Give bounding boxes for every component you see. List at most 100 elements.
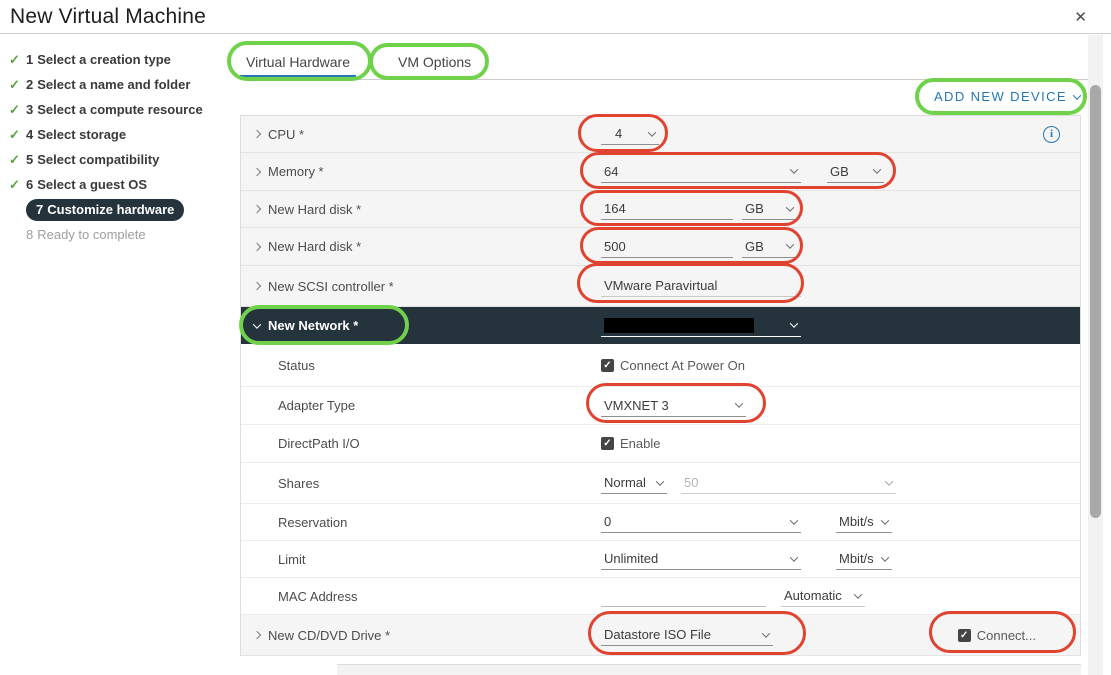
step-label: Select a guest OS (37, 177, 147, 192)
cpu-select[interactable]: 4 (601, 123, 659, 145)
new-vm-wizard-dialog: New Virtual Machine ✕ ✓ 1Select a creati… (0, 0, 1111, 675)
mac-mode-select[interactable]: Automatic (781, 585, 865, 607)
chevron-right-icon[interactable] (253, 282, 261, 290)
cddvd-media-select[interactable]: Datastore ISO File (601, 624, 773, 646)
chevron-down-icon (1073, 91, 1081, 99)
reservation-unit-select[interactable]: Mbit/s (836, 511, 892, 533)
chevron-right-icon[interactable] (253, 631, 261, 639)
scsi-controller-select[interactable]: VMware Paravirtual (601, 275, 801, 297)
chevron-down-icon (790, 319, 798, 327)
tab-bar: Virtual Hardware VM Options (240, 44, 1092, 80)
hard-disk-1-size-input[interactable]: 164 (601, 198, 733, 220)
status-label: Status (278, 358, 315, 373)
mac-address-label: MAC Address (278, 589, 357, 604)
check-icon: ✓ (6, 77, 26, 93)
shares-level-select[interactable]: Normal (601, 472, 667, 494)
shares-label: Shares (278, 476, 319, 491)
check-icon: ✓ (6, 127, 26, 143)
hard-disk-1-unit-select[interactable]: GB (742, 198, 797, 220)
connect-at-power-on-checkbox[interactable]: ✓ Connect At Power On (601, 358, 745, 373)
check-icon: ✓ (6, 177, 26, 193)
chevron-down-icon (881, 553, 889, 561)
chevron-right-icon[interactable] (253, 130, 261, 138)
limit-value-combobox[interactable]: Unlimited (601, 548, 801, 570)
add-new-device-button[interactable]: ADD NEW DEVICE (934, 89, 1080, 104)
directpath-label: DirectPath I/O (278, 436, 360, 451)
step-label: Select a compute resource (37, 102, 202, 117)
step-label: Select a name and folder (37, 77, 190, 92)
step-label: Ready to complete (37, 227, 145, 242)
shares-amount-input-disabled: 50 (681, 472, 896, 494)
checkbox-checked-icon: ✓ (958, 629, 971, 642)
check-icon: ✓ (6, 152, 26, 168)
chevron-down-icon[interactable] (253, 320, 261, 328)
row-adapter-type: Adapter Type VMXNET 3 (241, 387, 1080, 425)
sidebar-step-4[interactable]: ✓ 4Select storage (6, 122, 236, 147)
chevron-right-icon[interactable] (253, 167, 261, 175)
cddvd-label: New CD/DVD Drive * (268, 628, 390, 643)
chevron-down-icon (881, 516, 889, 524)
tab-vm-options[interactable]: VM Options (392, 46, 477, 79)
info-icon[interactable]: i (1043, 126, 1060, 143)
sidebar-step-1[interactable]: ✓ 1Select a creation type (6, 47, 236, 72)
reservation-label: Reservation (278, 515, 347, 530)
cddvd-connect-label: Connect... (977, 628, 1036, 643)
step-label: Select compatibility (37, 152, 159, 167)
close-icon[interactable]: ✕ (1074, 10, 1087, 25)
row-hard-disk-2: New Hard disk * 500 GB (241, 228, 1080, 266)
chevron-down-icon (790, 553, 798, 561)
adapter-type-label: Adapter Type (278, 398, 355, 413)
row-hard-disk-1: New Hard disk * 164 GB (241, 191, 1080, 228)
redacted-network-value (604, 318, 754, 333)
connect-at-power-on-label: Connect At Power On (620, 358, 745, 373)
sidebar-step-3[interactable]: ✓ 3Select a compute resource (6, 97, 236, 122)
reservation-value-combobox[interactable]: 0 (601, 511, 801, 533)
chevron-down-icon (786, 203, 794, 211)
add-new-device-label: ADD NEW DEVICE (934, 89, 1067, 104)
chevron-right-icon[interactable] (253, 205, 261, 213)
memory-value-combobox[interactable]: 64 (601, 161, 801, 183)
cddvd-connect-checkbox[interactable]: ✓ Connect... (958, 628, 1036, 643)
sidebar-step-8[interactable]: 8Ready to complete (6, 222, 236, 247)
chevron-down-icon (854, 590, 862, 598)
directpath-enable-label: Enable (620, 436, 660, 451)
chevron-down-icon (648, 128, 656, 136)
row-network-status: Status ✓ Connect At Power On (241, 344, 1080, 387)
check-icon: ✓ (6, 52, 26, 68)
row-cddvd-drive: New CD/DVD Drive * Datastore ISO File ✓ … (241, 615, 1080, 656)
wizard-steps-sidebar: ✓ 1Select a creation type ✓ 2Select a na… (6, 47, 236, 247)
dialog-title: New Virtual Machine (10, 5, 206, 29)
dialog-header: New Virtual Machine ✕ (0, 0, 1111, 34)
sidebar-step-2[interactable]: ✓ 2Select a name and folder (6, 72, 236, 97)
checkbox-checked-icon: ✓ (601, 359, 614, 372)
cpu-label: CPU * (268, 127, 304, 142)
hard-disk-2-unit-select[interactable]: GB (742, 236, 797, 258)
hard-disk-2-size-input[interactable]: 500 (601, 236, 733, 258)
chevron-down-icon (735, 399, 743, 407)
step-label: Select a creation type (37, 52, 171, 67)
sidebar-step-7-active[interactable]: 7Customize hardware (6, 197, 236, 222)
row-directpath: DirectPath I/O ✓ Enable (241, 425, 1080, 463)
tab-virtual-hardware[interactable]: Virtual Hardware (240, 46, 356, 79)
directpath-enable-checkbox[interactable]: ✓ Enable (601, 436, 660, 451)
step-label: Customize hardware (47, 202, 174, 217)
scrollbar-thumb[interactable] (1090, 85, 1101, 518)
scsi-controller-label: New SCSI controller * (268, 279, 394, 294)
mac-address-input[interactable] (601, 585, 766, 607)
hard-disk-1-label: New Hard disk * (268, 202, 361, 217)
adapter-type-select[interactable]: VMXNET 3 (601, 395, 746, 417)
chevron-down-icon (762, 629, 770, 637)
chevron-down-icon (790, 516, 798, 524)
chevron-right-icon[interactable] (253, 242, 261, 250)
chevron-down-icon (790, 165, 798, 173)
hard-disk-2-label: New Hard disk * (268, 239, 361, 254)
new-network-label: New Network * (268, 318, 358, 333)
sidebar-step-5[interactable]: ✓ 5Select compatibility (6, 147, 236, 172)
limit-unit-select[interactable]: Mbit/s (836, 548, 892, 570)
sidebar-step-6[interactable]: ✓ 6Select a guest OS (6, 172, 236, 197)
partial-next-row (337, 664, 1081, 675)
hardware-table: CPU * 4 i Memory * 64 GB New (240, 115, 1081, 656)
row-cpu: CPU * 4 i (241, 116, 1080, 153)
network-select-redacted[interactable] (601, 315, 801, 337)
memory-unit-select[interactable]: GB (827, 161, 884, 183)
